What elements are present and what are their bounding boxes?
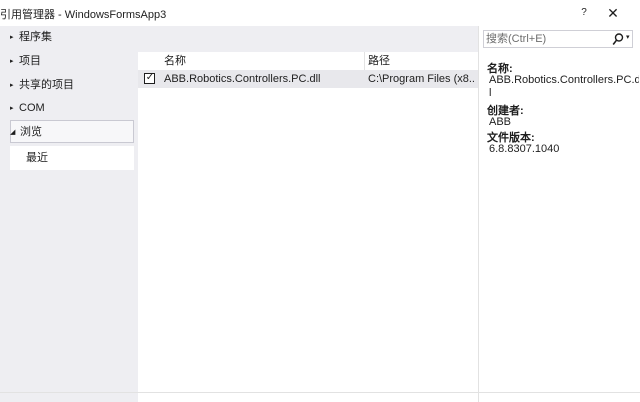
column-header-name[interactable]: 名称 xyxy=(164,52,186,70)
help-button[interactable]: ? xyxy=(574,4,594,22)
version-value: 6.8.8307.1040 xyxy=(489,143,560,155)
cell-path: C:\Program Files (x8... xyxy=(368,73,476,85)
collapse-arrow-icon: ◢ xyxy=(10,129,16,136)
nav-item-label: 项目 xyxy=(19,55,41,67)
nav-item-assemblies[interactable]: ▸ 程序集 xyxy=(10,26,134,49)
nav-item-label: 共享的项目 xyxy=(19,79,74,91)
divider xyxy=(0,392,640,393)
name-value-continuation: l xyxy=(489,87,492,99)
search-input[interactable] xyxy=(486,32,606,46)
cell-name: ABB.Robotics.Controllers.PC.dll xyxy=(164,73,321,85)
nav-item-browse[interactable]: ◢ 浏览 xyxy=(10,120,134,143)
chevron-down-icon[interactable]: ▾ xyxy=(626,33,630,41)
table-row[interactable]: ✓ ABB.Robotics.Controllers.PC.dll C:\Pro… xyxy=(138,70,478,88)
nav-item-label: 最近 xyxy=(26,152,48,164)
nav-item-shared-projects[interactable]: ▸ 共享的项目 xyxy=(10,74,134,97)
column-divider[interactable] xyxy=(364,52,365,70)
expand-arrow-icon: ▸ xyxy=(10,82,14,89)
title-bar: 引用管理器 - WindowsFormsApp3 ? ✕ xyxy=(0,0,640,26)
nav-item-label: 浏览 xyxy=(20,126,42,138)
column-header-path[interactable]: 路径 xyxy=(368,52,390,70)
nav-item-recent[interactable]: 最近 xyxy=(10,146,134,170)
search-icon[interactable] xyxy=(612,32,624,46)
list-header: 名称 路径 xyxy=(138,52,478,71)
expand-arrow-icon: ▸ xyxy=(10,105,14,112)
expand-arrow-icon: ▸ xyxy=(10,34,14,41)
expand-arrow-icon: ▸ xyxy=(10,58,14,65)
toolbar-strip xyxy=(138,26,478,52)
details-panel: ▾ 名称: ABB.Robotics.Controllers.PC.d l 创建… xyxy=(478,26,640,402)
reference-list: 名称 路径 ✓ ABB.Robotics.Controllers.PC.dll … xyxy=(138,52,478,392)
nav-item-label: 程序集 xyxy=(19,31,52,43)
category-nav: ▸ 程序集 ▸ 项目 ▸ 共享的项目 ▸ COM ◢ 浏览 最近 xyxy=(0,26,138,402)
creator-value: ABB xyxy=(489,116,512,128)
search-box[interactable]: ▾ xyxy=(483,30,633,48)
row-checkbox[interactable]: ✓ xyxy=(144,72,155,84)
check-icon: ✓ xyxy=(145,72,155,83)
window-title: 引用管理器 - WindowsFormsApp3 xyxy=(0,9,167,21)
name-value: ABB.Robotics.Controllers.PC.d xyxy=(489,74,639,86)
close-button[interactable]: ✕ xyxy=(603,4,623,22)
nav-item-projects[interactable]: ▸ 项目 xyxy=(10,50,134,73)
nav-item-com[interactable]: ▸ COM xyxy=(10,97,134,120)
nav-item-label: COM xyxy=(19,102,45,114)
